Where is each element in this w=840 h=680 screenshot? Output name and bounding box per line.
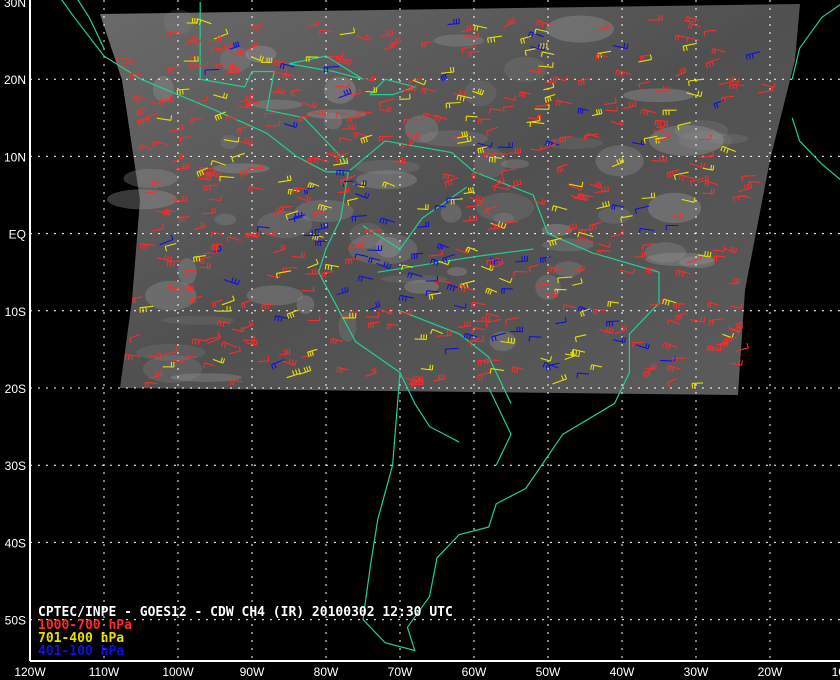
cloud	[706, 133, 748, 144]
lon-tick-label: 60W	[462, 665, 487, 679]
coastline	[488, 387, 512, 466]
lon-tick-label: 20W	[758, 665, 783, 679]
lat-tick-label: 20S	[5, 382, 26, 396]
lon-tick-label: 100W	[162, 665, 194, 679]
lon-tick-label: 110W	[89, 665, 120, 679]
cloud	[433, 34, 484, 47]
cloud	[644, 242, 686, 263]
lat-tick-label: 50S	[5, 614, 26, 628]
cloud	[252, 99, 303, 110]
lat-tick-label: 10N	[4, 150, 26, 164]
cloud	[647, 192, 702, 224]
cloud	[323, 76, 356, 104]
cloud	[214, 213, 237, 226]
lon-tick-label: 30W	[684, 665, 709, 679]
cloud	[355, 159, 420, 175]
cloud	[163, 9, 194, 35]
coastline	[791, 4, 840, 80]
cloud	[142, 355, 203, 383]
lat-tick-label: 20N	[4, 73, 26, 87]
cloud	[476, 192, 534, 223]
lon-tick-label: 50W	[536, 665, 561, 679]
lat-tick-label: 30N	[4, 0, 26, 10]
lat-tick-label: 10S	[5, 305, 26, 319]
lon-tick-label: 120W	[14, 665, 46, 679]
map-canvas: 30N 20N 10N EQ 10S 20S 30S 40S 50S 120W 110W 100W 90…	[4, 0, 840, 679]
legend-high-level: 401-100 hPa	[38, 644, 124, 659]
lon-tick-label: 80W	[314, 665, 339, 679]
cloud	[123, 168, 178, 188]
cloud	[500, 159, 530, 169]
lon-tick-label: 40W	[610, 665, 635, 679]
lon-tick-label: 70W	[388, 665, 413, 679]
lon-tick-label: 10W	[832, 665, 840, 679]
cloud	[246, 285, 304, 306]
lat-tick-label: EQ	[9, 228, 26, 242]
cloud	[553, 261, 583, 277]
satellite-wind-map: 30N 20N 10N EQ 10S 20S 30S 40S 50S 120W 110W 100W 90…	[0, 0, 840, 680]
lon-tick-label: 90W	[240, 665, 265, 679]
cloud	[107, 189, 177, 210]
cloud	[447, 267, 468, 277]
lat-tick-label: 40S	[5, 536, 26, 550]
coastline	[791, 117, 840, 181]
lat-tick-label: 30S	[5, 459, 26, 473]
